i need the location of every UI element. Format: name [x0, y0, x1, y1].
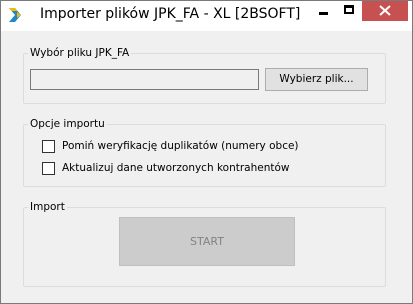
app-logo-icon	[8, 7, 24, 23]
start-button[interactable]: START	[119, 217, 295, 266]
close-button[interactable]	[362, 0, 408, 21]
browse-file-button[interactable]: Wybierz plik...	[265, 68, 368, 91]
window-title: Importer plików JPK_FA - XL [2BSOFT]	[40, 6, 301, 22]
skip-duplicate-verification-checkbox[interactable]	[42, 140, 55, 153]
import-options-group: Opcje importu Pomiń weryfikację duplikat…	[23, 117, 386, 187]
minimize-button[interactable]	[310, 0, 336, 21]
import-options-group-label: Opcje importu	[28, 117, 107, 131]
maximize-icon	[344, 5, 354, 14]
file-path-field[interactable]	[30, 69, 259, 90]
title-bar[interactable]: Importer plików JPK_FA - XL [2BSOFT]	[0, 0, 413, 31]
close-icon	[379, 5, 391, 16]
skip-duplicate-verification-label[interactable]: Pomiń weryfikację duplikatów (numery obc…	[62, 139, 299, 154]
minimize-icon	[319, 12, 328, 15]
importer-window: Importer plików JPK_FA - XL [2BSOFT] Wyb…	[0, 0, 413, 304]
import-group-label: Import	[28, 200, 67, 214]
update-contractors-checkbox[interactable]	[42, 162, 55, 175]
update-contractors-label[interactable]: Aktualizuj dane utworzonych kontrahentów	[62, 161, 290, 176]
import-group: Import START	[23, 200, 386, 287]
file-selection-group-label: Wybór pliku JPK_FA	[28, 46, 132, 60]
file-selection-group: Wybór pliku JPK_FA Wybierz plik...	[23, 46, 386, 104]
maximize-button[interactable]	[336, 0, 362, 21]
